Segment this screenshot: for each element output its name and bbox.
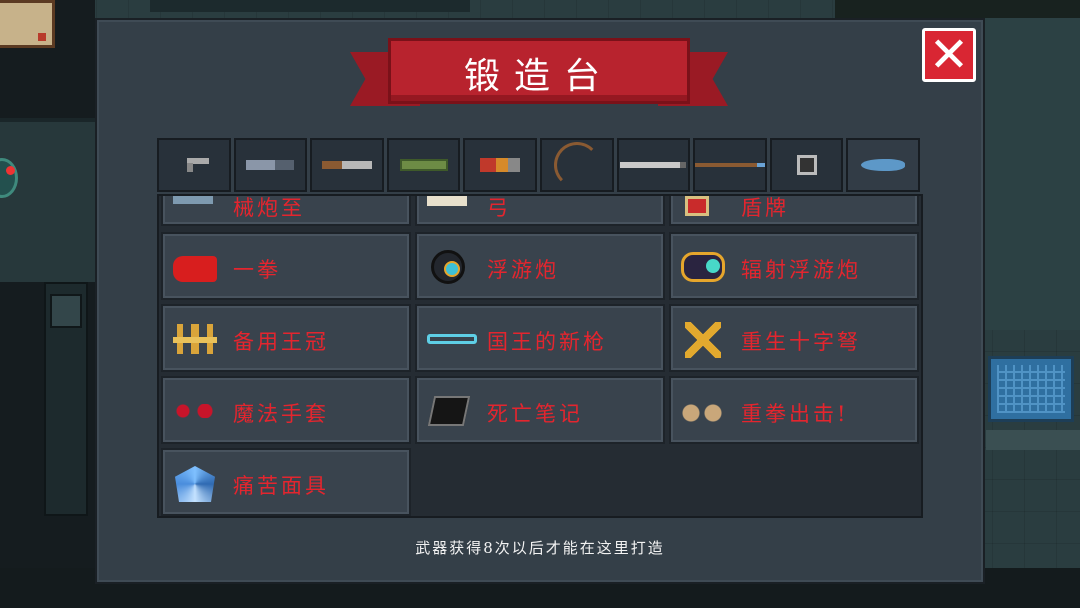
bow-item-icon	[427, 196, 467, 206]
background-sign	[0, 0, 55, 48]
item-cell-radiation-drone[interactable]: 辐射浮游炮	[669, 232, 919, 300]
launcher-icon	[480, 158, 521, 172]
item-cell-drone[interactable]: 浮游炮	[415, 232, 665, 300]
item-cell-death-note[interactable]: 死亡笔记	[415, 376, 665, 444]
background-blue-panel	[988, 356, 1074, 422]
cannon-icon	[173, 196, 213, 204]
item-cell[interactable]: 械炮至	[161, 196, 411, 226]
item-label: 重拳出击!	[741, 402, 849, 426]
crossbow-icon	[685, 322, 721, 358]
item-cell-kings-new-gun[interactable]: 国王的新枪	[415, 304, 665, 372]
item-label: 械炮至	[233, 196, 305, 220]
item-cell-rebirth-crossbow[interactable]: 重生十字弩	[669, 304, 919, 372]
item-cell-pain-mask[interactable]: 痛苦面具	[161, 448, 411, 516]
close-icon: ✕	[928, 27, 970, 83]
close-button[interactable]: ✕	[922, 27, 976, 83]
category-tabs	[157, 138, 923, 194]
item-cell-heavy-punch[interactable]: 重拳出击!	[669, 376, 919, 444]
crown-icon	[173, 324, 217, 354]
sword-icon	[620, 162, 687, 168]
tab-pistol[interactable]	[157, 138, 231, 192]
background-orb-light	[6, 166, 15, 175]
item-label: 死亡笔记	[487, 402, 583, 426]
item-label: 浮游炮	[487, 258, 559, 282]
mask-icon	[175, 466, 215, 502]
item-label: 弓	[487, 196, 511, 220]
background-wall-left	[0, 118, 95, 282]
shotgun-icon	[321, 161, 372, 169]
spear-icon	[694, 163, 765, 167]
tab-sword[interactable]	[616, 138, 691, 192]
item-label: 一拳	[233, 258, 281, 282]
tab-launcher[interactable]	[463, 138, 537, 192]
notebook-icon	[427, 396, 471, 426]
item-cell[interactable]: 盾牌	[669, 196, 919, 226]
ribbon-banner: 锻造台	[388, 38, 690, 104]
item-label: 盾牌	[741, 196, 789, 220]
background-ledge	[986, 430, 1080, 450]
gloves-icon	[173, 404, 217, 418]
tab-shotgun[interactable]	[310, 138, 384, 192]
tab-bow[interactable]	[539, 138, 614, 192]
item-label: 重生十字弩	[741, 330, 861, 354]
item-label: 痛苦面具	[233, 474, 329, 498]
tab-shuriken[interactable]	[769, 138, 844, 192]
title-ribbon: 锻造台	[350, 38, 728, 120]
background-wall-right	[985, 0, 1080, 330]
item-label: 国王的新枪	[487, 330, 607, 354]
footer-hint: 武器获得8次以后才能在这里打造	[415, 539, 665, 557]
tab-rifle[interactable]	[233, 138, 308, 192]
fish-icon	[861, 159, 906, 171]
background-wall-top	[150, 0, 470, 12]
drone-icon	[431, 250, 465, 284]
pistol-icon	[179, 158, 209, 172]
item-label: 备用王冠	[233, 330, 329, 354]
item-label: 辐射浮游炮	[741, 258, 861, 282]
background-wall-right-top	[835, 0, 1080, 18]
item-grid[interactable]: 械炮至 弓 盾牌 一拳 浮游炮 辐射浮游炮 备用王冠 国王的新枪 重生十字弩 魔…	[157, 194, 923, 518]
shield-icon	[685, 196, 709, 216]
background-machine	[44, 282, 88, 516]
fists-icon	[681, 404, 725, 422]
shuriken-icon	[796, 155, 817, 175]
item-label: 魔法手套	[233, 402, 329, 426]
item-cell[interactable]: 弓	[415, 196, 665, 226]
item-cell-spare-crown[interactable]: 备用王冠	[161, 304, 411, 372]
item-cell-one-punch[interactable]: 一拳	[161, 232, 411, 300]
item-cell-magic-gloves[interactable]: 魔法手套	[161, 376, 411, 444]
radiation-drone-icon	[681, 252, 725, 282]
tab-fish[interactable]	[846, 138, 920, 192]
window-title: 锻造台	[463, 56, 614, 97]
tab-spear[interactable]	[693, 138, 767, 192]
rocket-launcher-icon	[399, 159, 448, 171]
red-fist-icon	[173, 256, 217, 282]
bow-icon	[553, 142, 600, 188]
rifle-icon	[246, 160, 295, 170]
outline-gun-icon	[427, 334, 477, 344]
tab-rocket[interactable]	[386, 138, 461, 192]
